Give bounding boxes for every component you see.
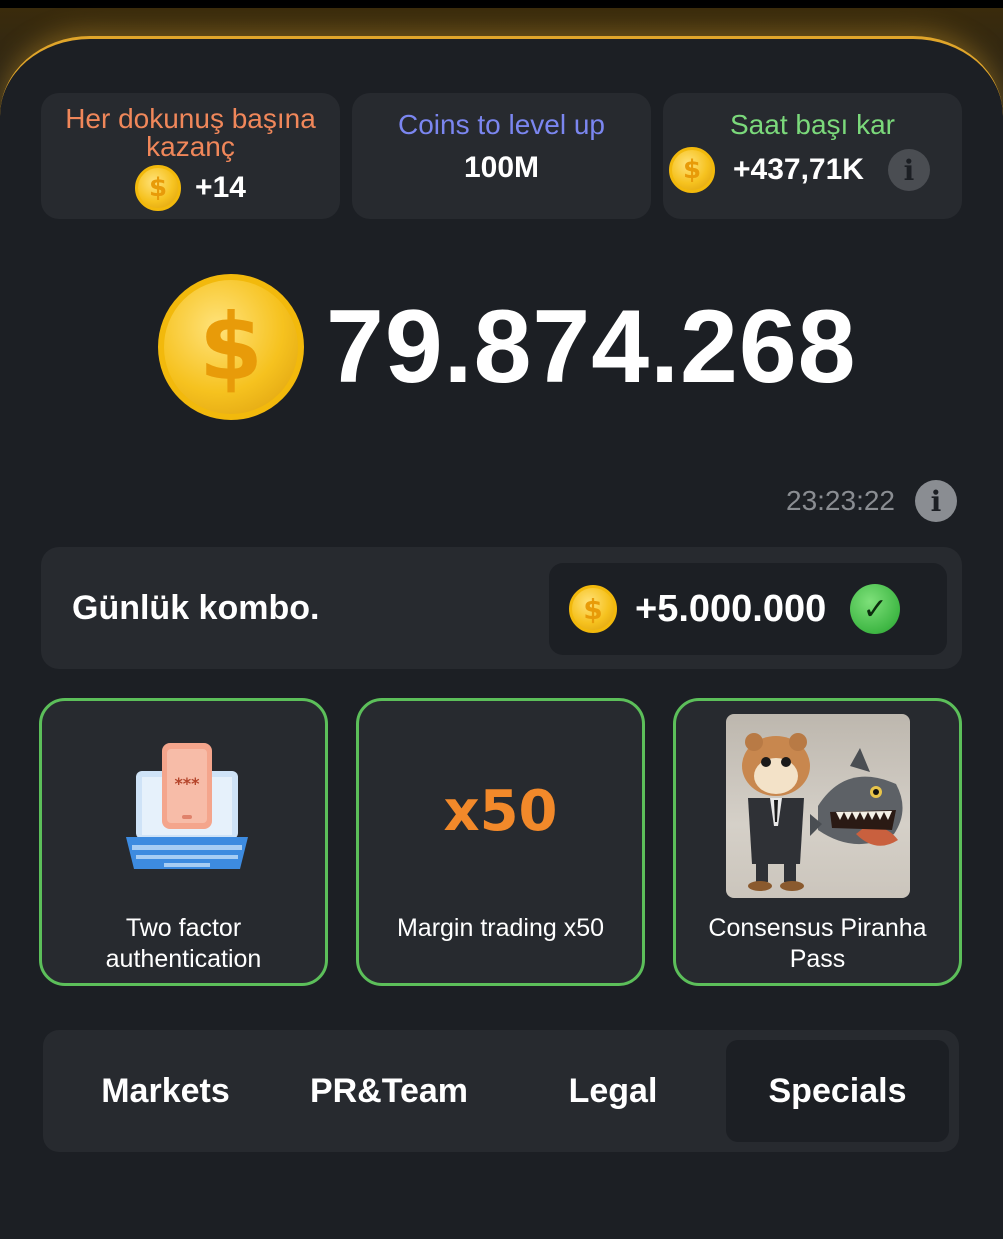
tab-markets[interactable]: Markets [53, 1040, 278, 1142]
coin-icon: $ [569, 585, 617, 633]
coin-icon: $ [135, 165, 182, 211]
stat-title: Her dokunuş başına kazanç [65, 103, 316, 162]
coin-icon: $ [669, 147, 715, 193]
stat-value: +437,71K [733, 153, 864, 186]
stat-title: Saat başı kar [730, 109, 895, 140]
combo-card-piranha-pass[interactable]: Consensus Piranha Pass [673, 698, 962, 986]
x50-image-text: x50 [443, 779, 558, 844]
category-tabs: Markets PR&Team Legal Specials [43, 1030, 959, 1152]
daily-combo: Günlük kombo. $ +5.000.000 ✓ [41, 547, 962, 669]
daily-combo-label: Günlük kombo. [72, 589, 320, 627]
combo-card-label: Margin trading x50 [396, 914, 605, 942]
hamster-piranha-image [726, 714, 910, 898]
combo-card-label: Two factor authentication [105, 914, 262, 973]
stat-title: Coins to level up [397, 109, 605, 140]
daily-combo-reward-value: +5.000.000 [635, 587, 827, 630]
timer-row: 23:23:22 i [786, 480, 957, 522]
balance-display: $ 79.874.268 [158, 274, 857, 420]
info-icon[interactable]: i [887, 149, 930, 191]
combo-timer: 23:23:22 [786, 485, 895, 516]
tab-specials[interactable]: Specials [726, 1040, 949, 1142]
combo-card-margin-trading[interactable]: x50 Margin trading x50 [356, 698, 645, 986]
coin-icon: $ [158, 274, 304, 420]
check-icon: ✓ [850, 584, 901, 634]
combo-card-label: Consensus Piranha Pass [708, 914, 927, 973]
daily-combo-reward: $ +5.000.000 ✓ [549, 563, 947, 655]
stat-card-tap-earn: Her dokunuş başına kazanç $ +14 [41, 93, 340, 219]
stat-card-profit-per-hour: Saat başı kar $ +437,71K i [663, 93, 962, 219]
phone-code-text: *** [174, 774, 200, 793]
stat-card-level-up: Coins to level up 100M [352, 93, 651, 219]
tab-legal[interactable]: Legal [501, 1040, 725, 1142]
stat-value: 100M [463, 151, 540, 184]
combo-card-two-factor[interactable]: *** Two factor authentication [39, 698, 328, 986]
tab-pr-team[interactable]: PR&Team [278, 1040, 500, 1142]
stat-value: +14 [195, 171, 246, 204]
info-icon[interactable]: i [915, 480, 957, 522]
balance-value: 79.874.268 [326, 288, 857, 405]
status-bar [0, 0, 1003, 8]
laptop-phone-icon: *** [126, 743, 248, 869]
